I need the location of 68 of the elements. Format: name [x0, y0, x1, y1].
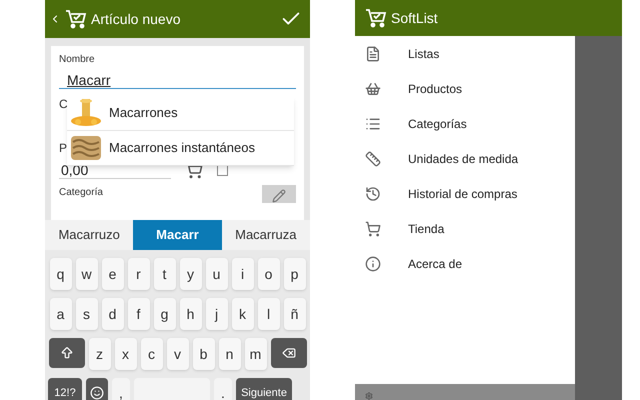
keyboard-key[interactable]: ñ: [284, 298, 306, 330]
history-icon: [365, 186, 381, 202]
smiley-icon: [90, 386, 104, 400]
word-suggestion[interactable]: Macarruzo: [45, 220, 134, 250]
cart-logo-icon: [365, 8, 387, 28]
emoji-key[interactable]: [86, 378, 108, 400]
edit-button[interactable]: [262, 185, 296, 203]
keyboard-key[interactable]: u: [206, 258, 228, 290]
keyboard-key[interactable]: m: [244, 338, 266, 370]
field-label: Categoría: [59, 186, 103, 200]
drawer-item[interactable]: Productos: [355, 71, 575, 106]
field-label: C: [59, 96, 68, 113]
name-field[interactable]: Macarr: [59, 71, 296, 89]
keyboard-key[interactable]: w: [76, 258, 98, 290]
keyboard-key[interactable]: b: [192, 338, 214, 370]
keyboard-key[interactable]: q: [50, 258, 72, 290]
keyboard-key[interactable]: s: [76, 298, 98, 330]
ruler-icon: [365, 150, 381, 166]
field-label: P: [59, 140, 68, 157]
cart-icon: [365, 220, 381, 236]
keyboard-key[interactable]: h: [180, 298, 202, 330]
keyboard-key[interactable]: v: [166, 338, 188, 370]
drawer-item[interactable]: Historial de compras: [355, 176, 575, 211]
keyboard-key[interactable]: f: [128, 298, 150, 330]
keyboard-key[interactable]: ,: [112, 378, 130, 400]
keyboard-key[interactable]: y: [180, 258, 202, 290]
keyboard-key[interactable]: x: [114, 338, 136, 370]
keyboard-key[interactable]: e: [102, 258, 124, 290]
keyboard-key[interactable]: o: [258, 258, 280, 290]
backspace-key[interactable]: [270, 338, 306, 368]
keyboard-key[interactable]: d: [102, 298, 124, 330]
keyboard-key[interactable]: r: [128, 258, 150, 290]
keyboard-key[interactable]: n: [218, 338, 240, 370]
screen-title: Artículo nuevo: [91, 10, 182, 28]
keyboard-key[interactable]: t: [154, 258, 176, 290]
shift-key[interactable]: [48, 338, 84, 368]
keyboard-key[interactable]: k: [232, 298, 254, 330]
drawer-item[interactable]: Tienda: [355, 211, 575, 246]
dropdown-item[interactable]: Macarrones instantáneos: [67, 131, 294, 166]
keyboard-key[interactable]: Siguiente: [236, 378, 292, 400]
keyboard-key[interactable]: c: [140, 338, 162, 370]
keyboard-key[interactable]: j: [206, 298, 228, 330]
keyboard-key[interactable]: i: [232, 258, 254, 290]
list-icon: [365, 116, 381, 132]
keyboard-key[interactable]: a: [50, 298, 72, 330]
shift-icon: [60, 346, 74, 360]
keyboard-key[interactable]: z: [88, 338, 110, 370]
keyboard-key[interactable]: l: [258, 298, 280, 330]
basket-icon: [365, 80, 381, 96]
word-suggestion[interactable]: Macarruza: [222, 220, 310, 250]
word-suggestion[interactable]: Macarr: [133, 220, 222, 250]
dropdown-item[interactable]: Macarrones: [67, 96, 294, 131]
backspace-icon: [282, 346, 296, 360]
keyboard-key[interactable]: g: [154, 298, 176, 330]
keyboard-key[interactable]: 12!?: [48, 378, 82, 400]
document-icon: [365, 46, 381, 62]
drawer-item[interactable]: Listas: [355, 36, 575, 71]
gear-icon: [365, 392, 373, 400]
drawer-item[interactable]: Unidades de medida: [355, 141, 575, 176]
cart-logo-icon: [65, 9, 87, 29]
pencil-icon: [272, 189, 286, 203]
info-icon: [365, 256, 381, 272]
drawer-item[interactable]: Categorías: [355, 106, 575, 141]
app-title: SoftList: [391, 8, 438, 28]
drawer-item[interactable]: Acerca de: [355, 246, 575, 281]
field-label: Nombre: [59, 53, 95, 67]
keyboard-key[interactable]: .: [214, 378, 232, 400]
keyboard-key[interactable]: p: [284, 258, 306, 290]
